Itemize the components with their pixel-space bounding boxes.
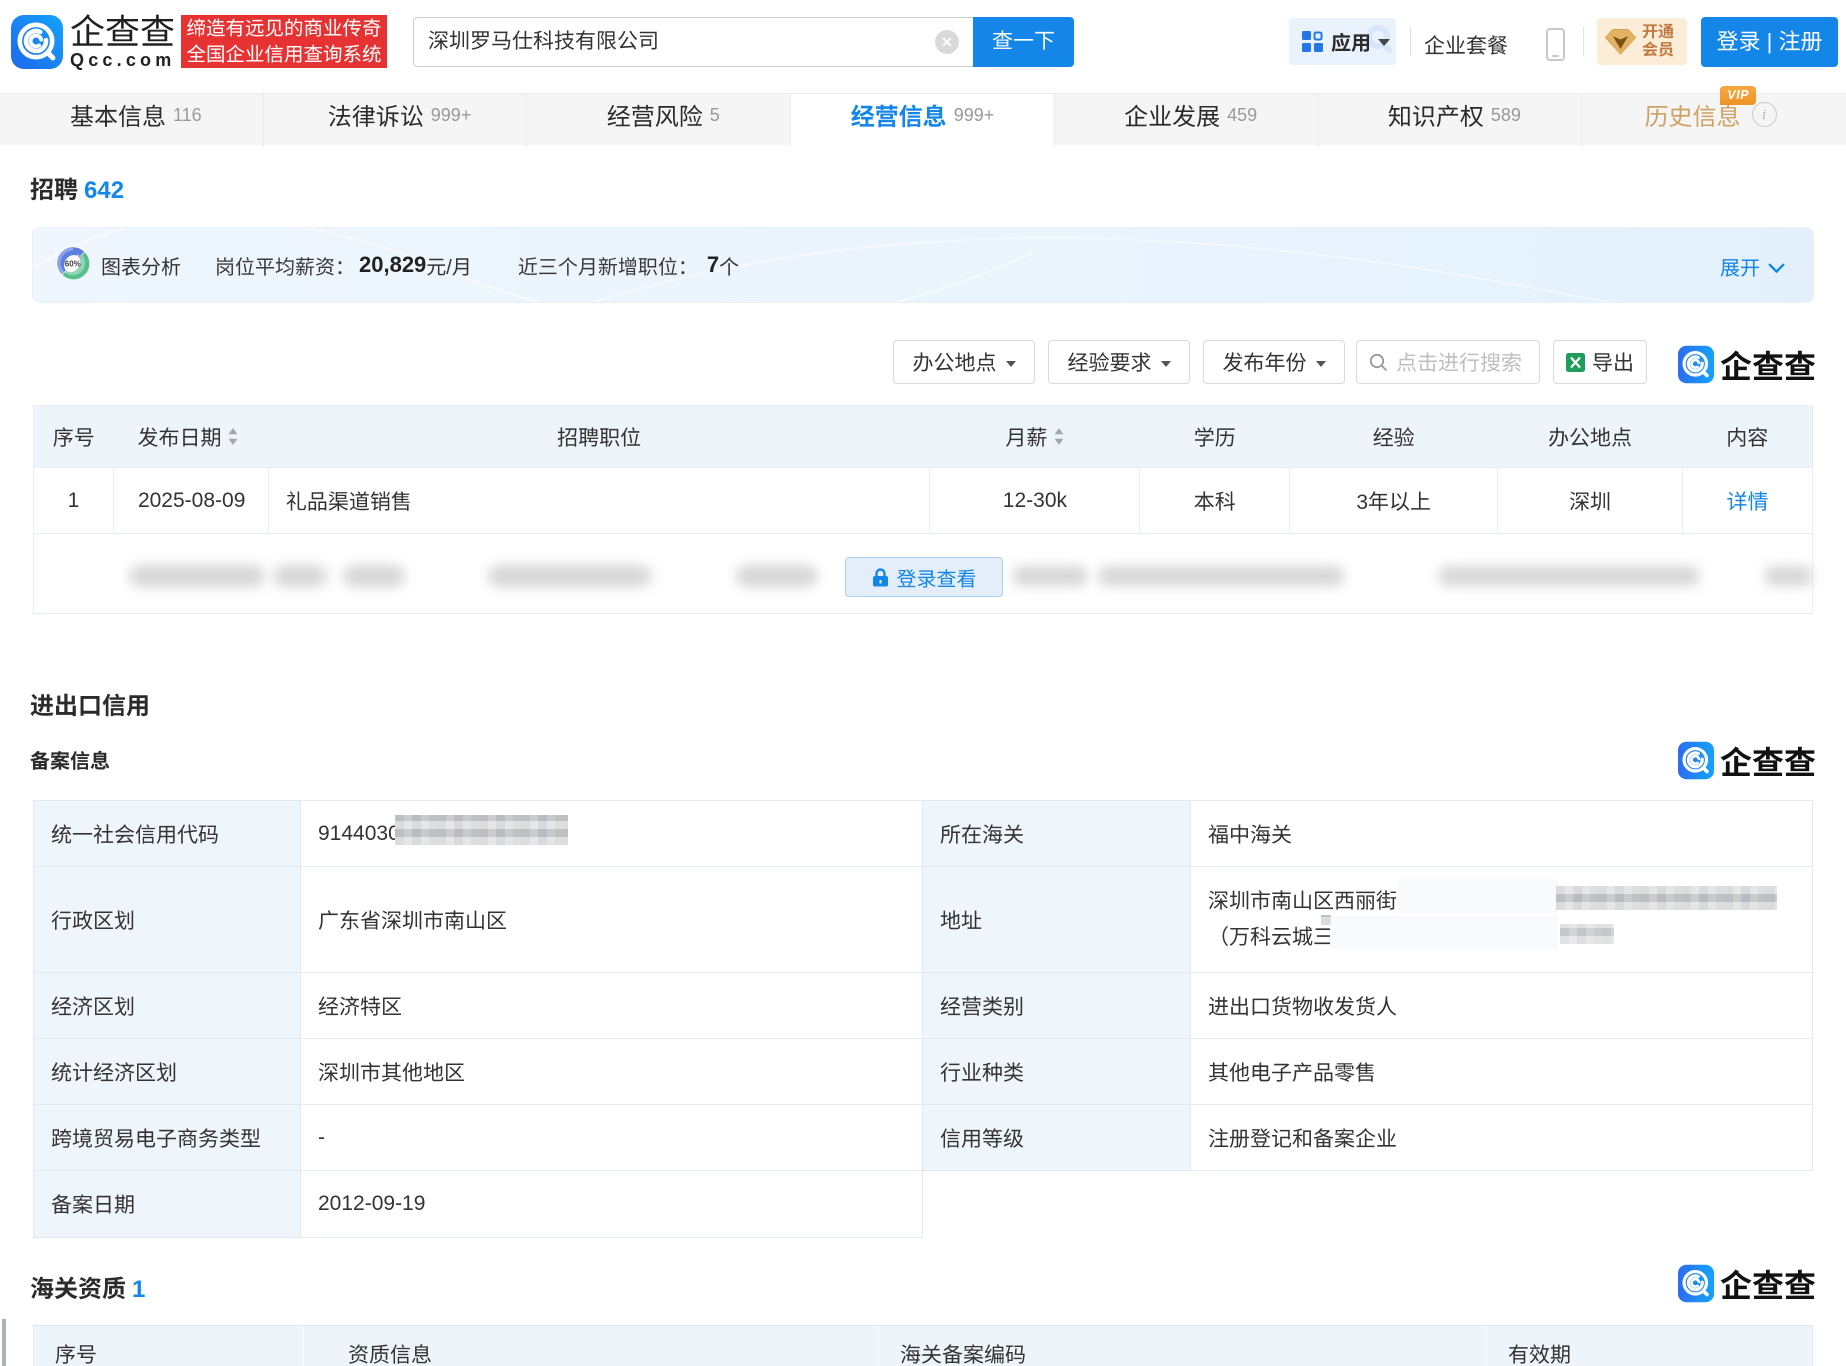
svg-text:60%: 60% <box>65 259 81 268</box>
